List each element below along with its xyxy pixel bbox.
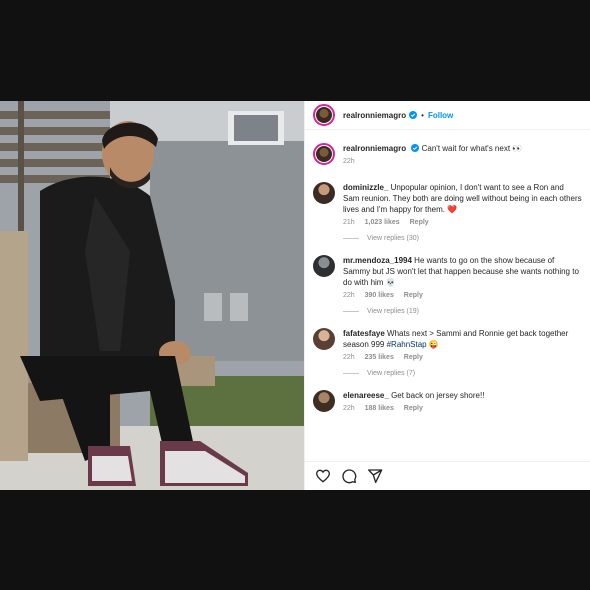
follow-button[interactable]: Follow bbox=[428, 111, 453, 120]
view-replies-label[interactable]: View replies (19) bbox=[367, 308, 419, 315]
header-separator: • bbox=[421, 110, 424, 120]
view-replies-label[interactable]: View replies (7) bbox=[367, 370, 415, 377]
view-replies-label[interactable]: View replies (30) bbox=[367, 235, 419, 242]
reply-button[interactable]: Reply bbox=[410, 219, 429, 226]
post-actions bbox=[305, 461, 590, 490]
comment-time: 21h bbox=[343, 219, 355, 226]
like-heart-icon[interactable] bbox=[315, 468, 331, 484]
commenter-avatar[interactable] bbox=[313, 255, 335, 277]
view-replies-button[interactable]: View replies (7) bbox=[343, 370, 590, 377]
comment-item: fafatesfaye Whats next > Sammi and Ronni… bbox=[305, 328, 590, 361]
share-plane-icon[interactable] bbox=[367, 468, 383, 484]
author-username[interactable]: realronniemagro bbox=[343, 111, 406, 120]
comment-likes[interactable]: 390 likes bbox=[365, 292, 394, 299]
comment-item: elenareese_ Get back on jersey shore!! 2… bbox=[305, 390, 590, 412]
comment-username[interactable]: fafatesfaye bbox=[343, 329, 385, 338]
comment-username[interactable]: mr.mendoza_1994 bbox=[343, 256, 412, 265]
comment-time: 22h bbox=[343, 292, 355, 299]
comment-bubble-icon[interactable] bbox=[341, 468, 357, 484]
post-header: realronniemagro • Follow bbox=[305, 101, 590, 130]
post-photo[interactable] bbox=[0, 101, 304, 490]
view-replies-button[interactable]: View replies (30) bbox=[343, 235, 590, 242]
post-photo-illustration bbox=[0, 101, 304, 490]
comment-text: Get back on jersey shore!! bbox=[391, 391, 485, 400]
caption-avatar[interactable] bbox=[313, 143, 335, 165]
commenter-avatar[interactable] bbox=[313, 182, 335, 204]
comment-likes[interactable]: 1,023 likes bbox=[365, 219, 400, 226]
caption-row: realronniemagro Can't wait for what's ne… bbox=[305, 143, 590, 165]
replies-divider bbox=[343, 373, 359, 374]
verified-badge-icon bbox=[411, 144, 420, 152]
instagram-post-card: realronniemagro • Follow realronniemagro… bbox=[0, 101, 590, 490]
commenter-avatar[interactable] bbox=[313, 390, 335, 412]
comment-likes[interactable]: 235 likes bbox=[365, 354, 394, 361]
comment-username[interactable]: dominizzle_ bbox=[343, 183, 388, 192]
comment-time: 22h bbox=[343, 405, 355, 412]
commenter-avatar[interactable] bbox=[313, 328, 335, 350]
comments-panel: realronniemagro • Follow realronniemagro… bbox=[304, 101, 590, 490]
caption-username[interactable]: realronniemagro bbox=[343, 144, 406, 153]
caption-time: 22h bbox=[343, 158, 355, 165]
comment-likes[interactable]: 188 likes bbox=[365, 405, 394, 412]
comment-time: 22h bbox=[343, 354, 355, 361]
verified-badge-icon bbox=[409, 111, 418, 119]
reply-button[interactable]: Reply bbox=[404, 292, 423, 299]
reply-button[interactable]: Reply bbox=[404, 405, 423, 412]
author-avatar[interactable] bbox=[313, 104, 335, 126]
comment-username[interactable]: elenareese_ bbox=[343, 391, 389, 400]
caption-text: Can't wait for what's next 👀 bbox=[421, 144, 523, 153]
replies-divider bbox=[343, 311, 359, 312]
comment-hashtag[interactable]: #RahnStap bbox=[387, 340, 427, 349]
view-replies-button[interactable]: View replies (19) bbox=[343, 308, 590, 315]
comment-item: mr.mendoza_1994 He wants to go on the sh… bbox=[305, 255, 590, 299]
replies-divider bbox=[343, 238, 359, 239]
comment-item: dominizzle_ Unpopular opinion, I don't w… bbox=[305, 182, 590, 226]
reply-button[interactable]: Reply bbox=[404, 354, 423, 361]
comment-emoji: 😜 bbox=[426, 340, 439, 349]
